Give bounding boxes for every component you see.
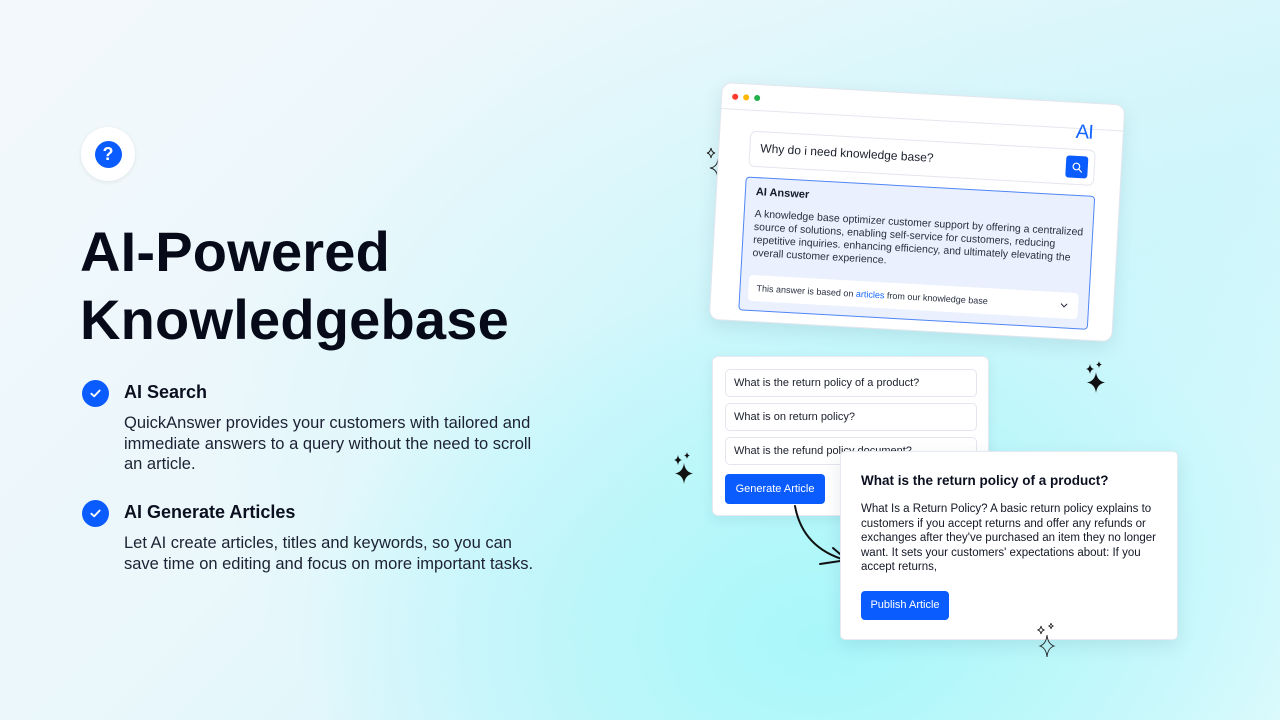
feature-description: QuickAnswer provides your customers with… bbox=[124, 414, 532, 473]
ai-answer-body: A knowledge base optimizer customer supp… bbox=[752, 208, 1084, 267]
maximize-dot-icon bbox=[753, 94, 761, 102]
title-line-2: Knowledgebase bbox=[80, 288, 509, 351]
ai-answer-title: AI Answer bbox=[755, 186, 810, 202]
minimize-dot-icon bbox=[743, 94, 750, 101]
search-button[interactable] bbox=[1065, 155, 1089, 179]
window-controls bbox=[732, 93, 761, 102]
sparkle-filled-icon bbox=[674, 452, 693, 484]
title-bar-divider bbox=[721, 108, 1123, 132]
check-circle-icon bbox=[82, 500, 109, 527]
search-input[interactable]: Why do i need knowledge base? bbox=[748, 130, 1096, 186]
feature-description: Let AI create articles, titles and keywo… bbox=[124, 534, 534, 573]
article-body: What Is a Return Policy? A basic return … bbox=[861, 503, 1156, 573]
sparkle-outline-icon bbox=[1037, 622, 1056, 658]
feature-title: AI Search bbox=[124, 382, 208, 402]
ai-logo: AI bbox=[1075, 120, 1094, 144]
publish-article-button[interactable]: Publish Article bbox=[861, 591, 949, 620]
feature-title: AI Generate Articles bbox=[124, 502, 296, 522]
close-dot-icon bbox=[732, 93, 739, 100]
chevron-down-icon[interactable] bbox=[1060, 301, 1068, 309]
generated-article-card: What is the return policy of a product? … bbox=[840, 451, 1178, 640]
page-title: AI-Powered Knowledgebase bbox=[80, 218, 600, 354]
suggested-question[interactable]: What is the return policy of a product? bbox=[725, 369, 977, 397]
title-line-1: AI-Powered bbox=[80, 220, 391, 283]
source-suffix: from our knowledge base bbox=[884, 290, 989, 307]
search-query: Why do i need knowledge base? bbox=[759, 141, 934, 165]
help-badge: ? bbox=[81, 127, 135, 181]
sparkle-filled-icon bbox=[1086, 361, 1105, 393]
browser-window-mock: AI Why do i need knowledge base? AI Answ… bbox=[708, 82, 1126, 343]
article-title: What is the return policy of a product? bbox=[861, 473, 1109, 488]
ai-answer-panel: AI Answer A knowledge base optimizer cus… bbox=[738, 176, 1096, 330]
articles-link[interactable]: articles bbox=[856, 289, 885, 301]
answer-source[interactable]: This answer is based on articles from ou… bbox=[747, 274, 1079, 320]
suggested-question[interactable]: What is on return policy? bbox=[725, 403, 977, 431]
question-circle-icon: ? bbox=[94, 140, 122, 168]
check-circle-icon bbox=[82, 380, 109, 407]
search-icon bbox=[1072, 162, 1082, 173]
source-prefix: This answer is based on bbox=[756, 283, 857, 299]
